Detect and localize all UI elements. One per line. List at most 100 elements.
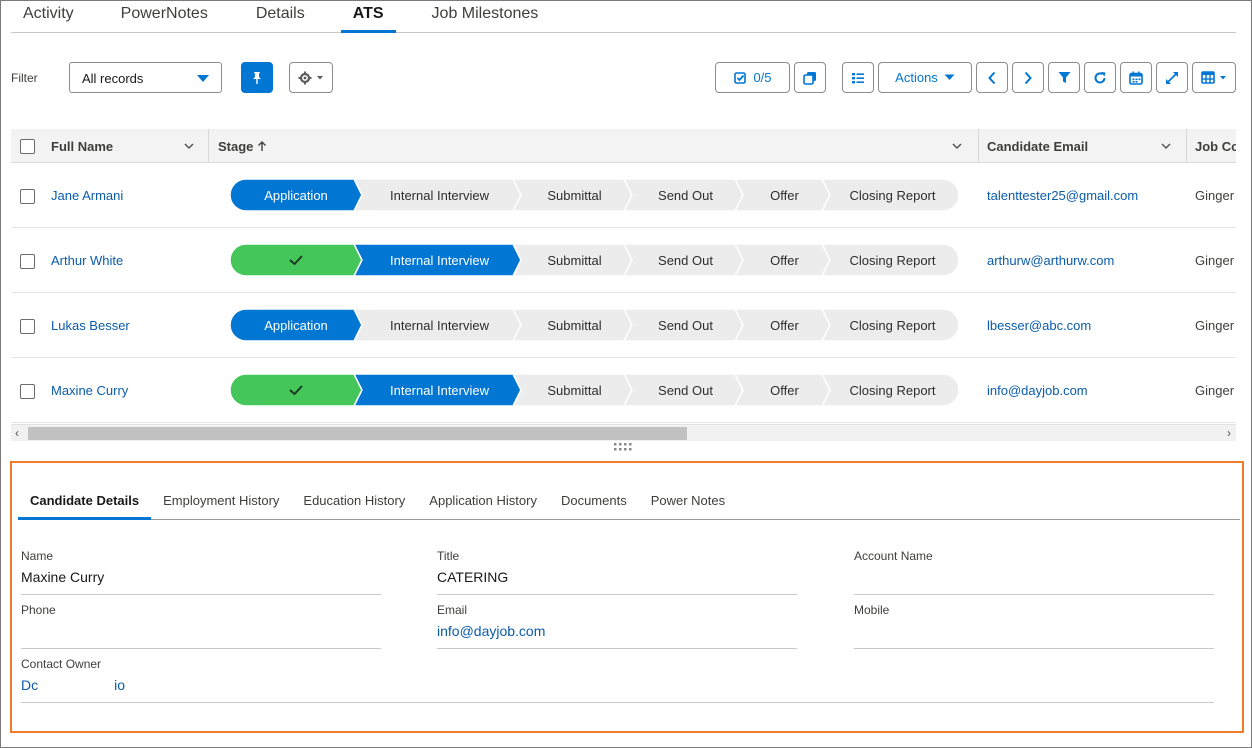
column-header-job[interactable]: Job Co bbox=[1195, 129, 1236, 163]
tab-details[interactable]: Details bbox=[256, 1, 305, 32]
table-row[interactable]: Maxine Curry Internal Interview Submittal S… bbox=[11, 358, 1236, 423]
candidate-name-link[interactable]: Arthur White bbox=[51, 253, 123, 268]
stage-path: Application Internal Interview Submittal Se… bbox=[230, 179, 959, 211]
copy-button[interactable] bbox=[794, 62, 826, 93]
email-link[interactable]: info@dayjob.com bbox=[437, 623, 545, 639]
stage-step[interactable] bbox=[230, 374, 362, 406]
stage-step[interactable]: Closing Report bbox=[822, 179, 959, 211]
chevron-down-icon[interactable] bbox=[1161, 141, 1171, 151]
settings-menu-button[interactable] bbox=[289, 62, 333, 93]
contact-owner-link[interactable]: Dc io bbox=[21, 677, 125, 695]
stage-step[interactable]: Offer bbox=[735, 179, 830, 211]
refresh-button[interactable] bbox=[1084, 62, 1116, 93]
column-divider[interactable] bbox=[1186, 129, 1187, 163]
stage-step[interactable]: Submittal bbox=[513, 309, 632, 341]
actions-menu-button[interactable]: Actions bbox=[878, 62, 972, 93]
filter-button[interactable] bbox=[1048, 62, 1080, 93]
tab-candidate-details[interactable]: Candidate Details bbox=[18, 483, 152, 520]
chevron-down-icon[interactable] bbox=[952, 141, 962, 151]
tab-ats[interactable]: ATS bbox=[340, 1, 396, 33]
tab-employment-history[interactable]: Employment History bbox=[151, 483, 291, 519]
stage-step[interactable]: Submittal bbox=[513, 244, 632, 276]
horizontal-scrollbar[interactable]: ‹ › bbox=[11, 424, 1236, 441]
stage-step[interactable]: Offer bbox=[735, 309, 830, 341]
tab-job-milestones[interactable]: Job Milestones bbox=[432, 1, 539, 32]
stage-step[interactable]: Application bbox=[230, 309, 362, 341]
chevron-right-icon[interactable]: › bbox=[1227, 426, 1231, 440]
tab-documents[interactable]: Documents bbox=[549, 483, 639, 519]
selected-records-button[interactable]: 0/5 bbox=[715, 62, 790, 93]
job-company-cell: Ginger bbox=[1195, 383, 1235, 398]
stage-step[interactable]: Closing Report bbox=[822, 374, 959, 406]
previous-button[interactable] bbox=[976, 62, 1008, 93]
candidate-email-link[interactable]: talenttester25@gmail.com bbox=[987, 188, 1138, 203]
stage-step[interactable]: Internal Interview bbox=[354, 179, 521, 211]
scrollbar-thumb[interactable] bbox=[28, 427, 687, 440]
column-divider[interactable] bbox=[208, 129, 209, 163]
table-row[interactable]: Jane Armani Application Internal Interview… bbox=[11, 163, 1236, 228]
candidate-email-link[interactable]: info@dayjob.com bbox=[987, 383, 1088, 398]
resize-grip-icon[interactable] bbox=[613, 442, 635, 452]
display-options-button[interactable] bbox=[1192, 62, 1236, 93]
stage-step[interactable]: Submittal bbox=[513, 179, 632, 211]
stage-step[interactable]: Send Out bbox=[624, 244, 743, 276]
table-row[interactable]: Arthur White Internal Interview Submittal S… bbox=[11, 228, 1236, 293]
stage-label: Application bbox=[264, 187, 328, 203]
list-view-button[interactable] bbox=[842, 62, 874, 93]
chevron-down-icon[interactable] bbox=[184, 141, 194, 151]
list-icon bbox=[852, 72, 864, 83]
pin-button[interactable] bbox=[241, 62, 273, 93]
row-checkbox[interactable] bbox=[20, 319, 35, 334]
record-tabs: Activity PowerNotes Details ATS Job Mile… bbox=[11, 1, 1236, 33]
stage-label: Internal Interview bbox=[390, 317, 489, 333]
tab-activity[interactable]: Activity bbox=[23, 1, 74, 32]
tab-power-notes[interactable]: Power Notes bbox=[639, 483, 737, 519]
stage-label: Internal Interview bbox=[390, 252, 489, 268]
table-row[interactable]: Lukas Besser Application Internal Intervie… bbox=[11, 293, 1236, 358]
row-checkbox[interactable] bbox=[20, 189, 35, 204]
candidate-email-link[interactable]: lbesser@abc.com bbox=[987, 318, 1091, 333]
stage-step[interactable]: Application bbox=[230, 179, 362, 211]
candidate-email-link[interactable]: arthurw@arthurw.com bbox=[987, 253, 1114, 268]
candidate-name-link[interactable]: Maxine Curry bbox=[51, 383, 128, 398]
stage-step[interactable] bbox=[230, 244, 362, 276]
column-header-stage[interactable]: Stage bbox=[218, 129, 267, 163]
stage-step[interactable]: Internal Interview bbox=[354, 374, 521, 406]
stage-step[interactable]: Closing Report bbox=[822, 309, 959, 341]
field-label: Title bbox=[437, 549, 460, 563]
grid-header: Full Name Stage Candidate Email Job Co bbox=[11, 129, 1236, 163]
select-all-checkbox[interactable] bbox=[20, 138, 35, 154]
tab-education-history[interactable]: Education History bbox=[291, 483, 417, 519]
stage-step[interactable]: Send Out bbox=[624, 374, 743, 406]
stage-step[interactable]: Offer bbox=[735, 244, 830, 276]
stage-step[interactable]: Submittal bbox=[513, 374, 632, 406]
stage-step[interactable]: Offer bbox=[735, 374, 830, 406]
row-checkbox[interactable] bbox=[20, 384, 35, 399]
field-mobile: Mobile bbox=[854, 603, 1214, 649]
column-divider[interactable] bbox=[978, 129, 979, 163]
stage-step[interactable]: Closing Report bbox=[822, 244, 959, 276]
tab-application-history[interactable]: Application History bbox=[417, 483, 549, 519]
tab-powernotes[interactable]: PowerNotes bbox=[121, 1, 208, 32]
stage-step[interactable]: Internal Interview bbox=[354, 244, 521, 276]
expand-icon bbox=[1166, 71, 1178, 84]
expand-button[interactable] bbox=[1156, 62, 1188, 93]
field-label: Phone bbox=[21, 603, 56, 617]
calendar-button[interactable] bbox=[1120, 62, 1152, 93]
stage-step[interactable]: Send Out bbox=[624, 179, 743, 211]
stage-step[interactable]: Internal Interview bbox=[354, 309, 521, 341]
filter-select[interactable]: All records bbox=[69, 62, 222, 93]
column-header-full-name[interactable]: Full Name bbox=[51, 129, 113, 163]
stage-step[interactable]: Send Out bbox=[624, 309, 743, 341]
candidate-detail-panel: Candidate Details Employment History Edu… bbox=[10, 461, 1244, 733]
candidate-name-link[interactable]: Lukas Besser bbox=[51, 318, 130, 333]
contact-owner-start: Dc bbox=[21, 677, 39, 693]
caret-down-icon bbox=[944, 74, 955, 80]
refresh-icon bbox=[1094, 71, 1106, 83]
row-checkbox[interactable] bbox=[20, 254, 35, 269]
column-header-candidate-email[interactable]: Candidate Email bbox=[987, 129, 1088, 163]
stage-label: Internal Interview bbox=[390, 187, 489, 203]
next-button[interactable] bbox=[1012, 62, 1044, 93]
candidate-name-link[interactable]: Jane Armani bbox=[51, 188, 123, 203]
chevron-left-icon[interactable]: ‹ bbox=[15, 426, 19, 440]
